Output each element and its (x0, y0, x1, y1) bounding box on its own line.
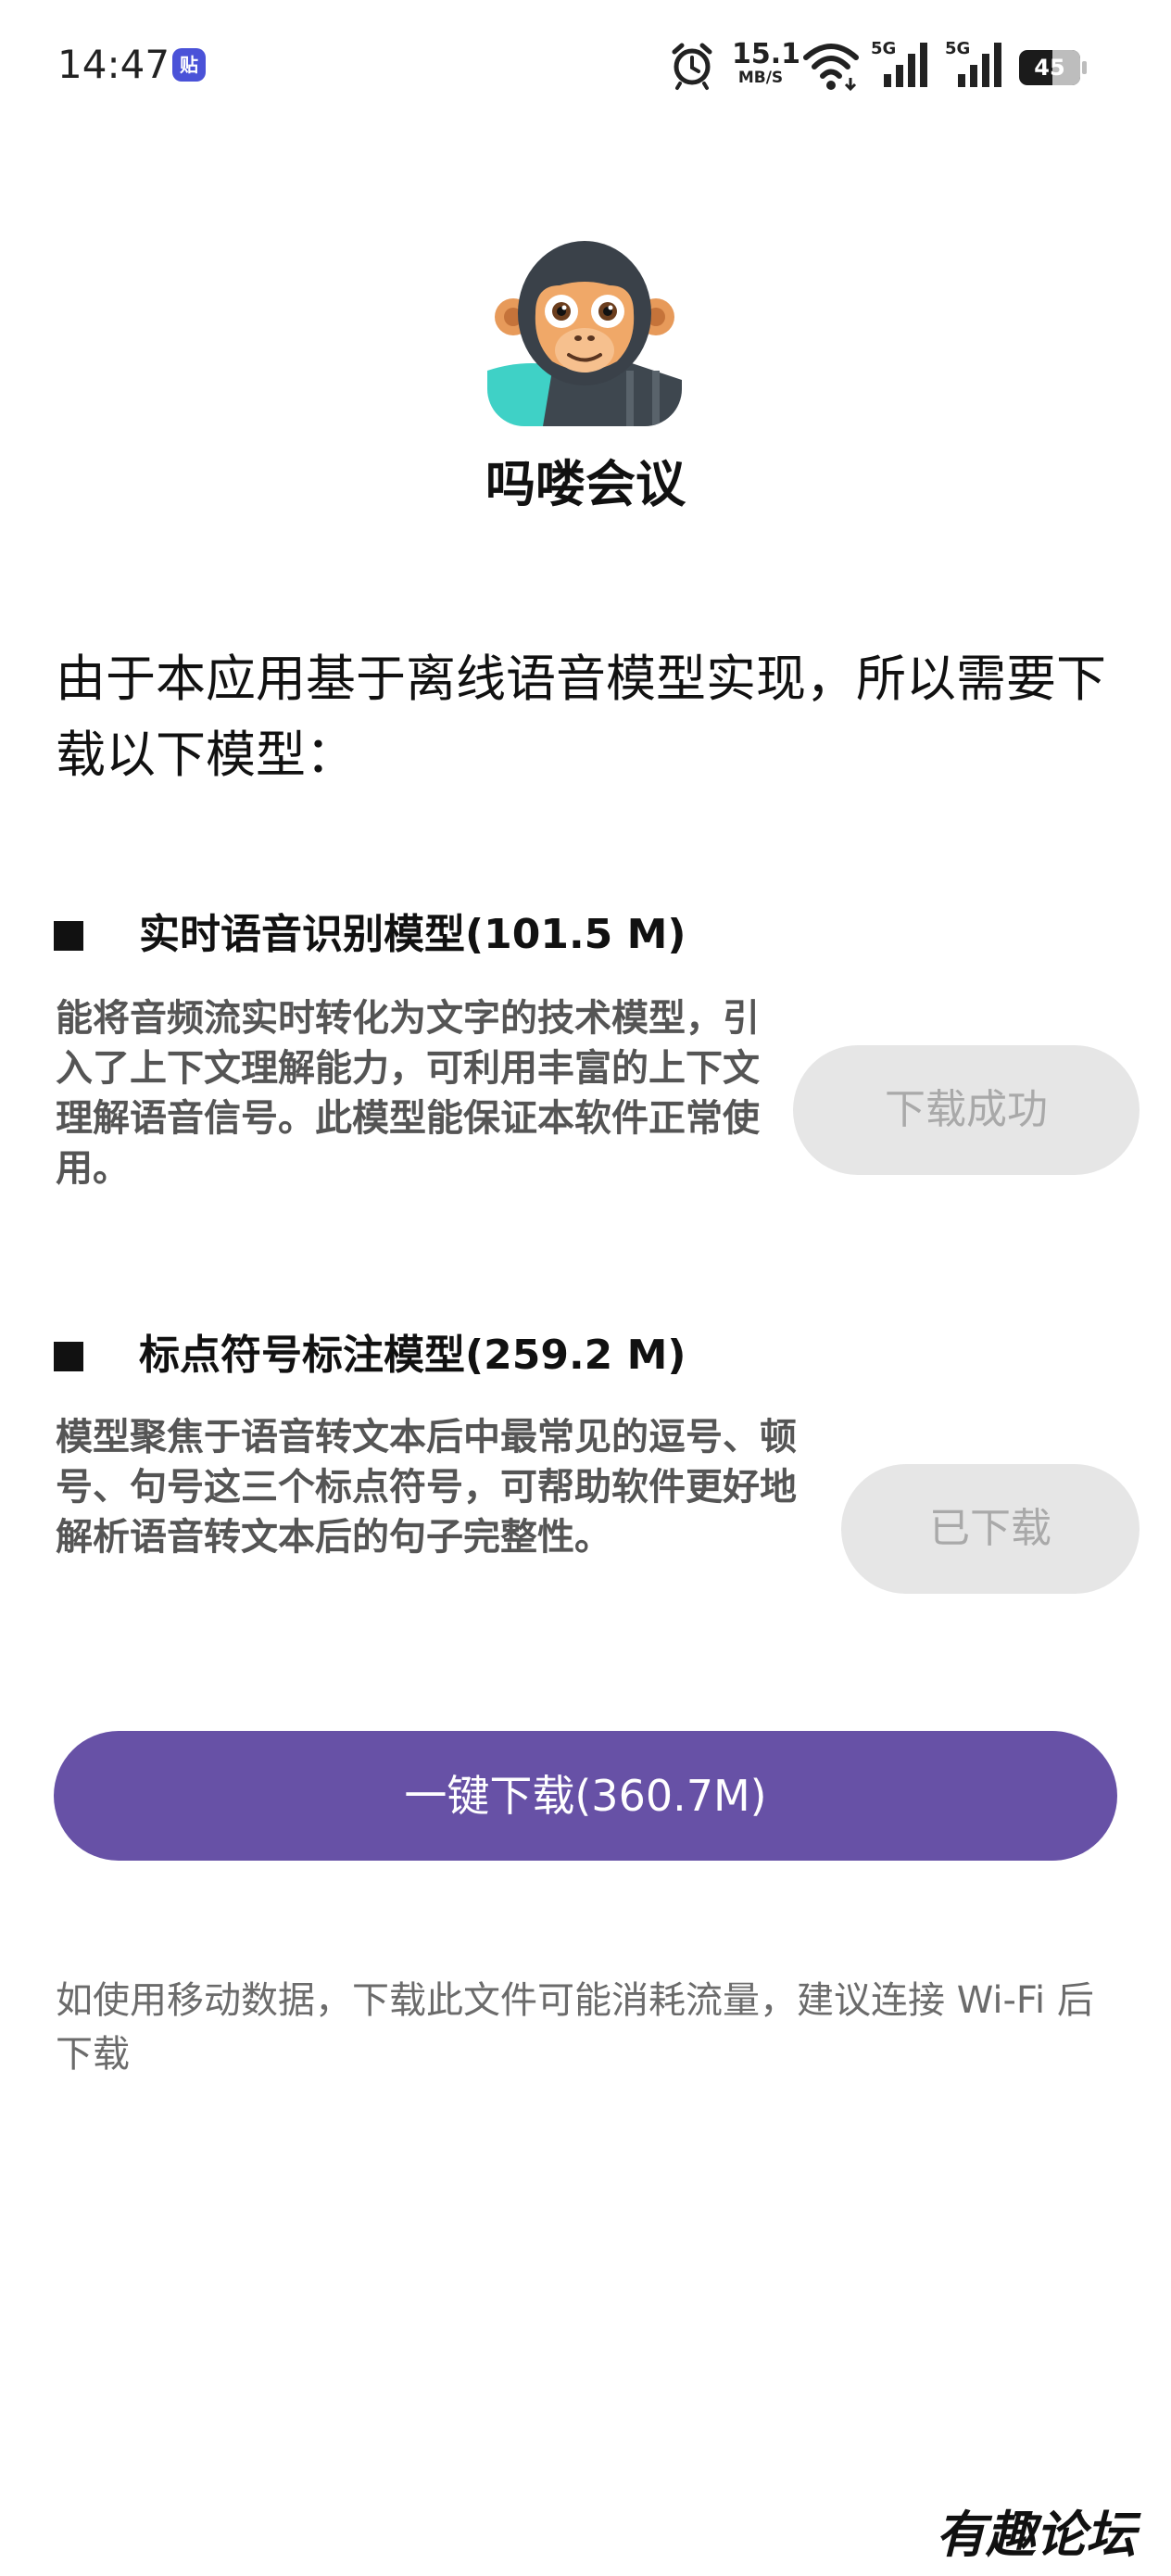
square-bullet-icon (54, 921, 83, 951)
app-logo-monkey-icon (487, 232, 682, 426)
app-title: 吗喽会议 (485, 455, 686, 513)
model-title: 实时语音识别模型(101.5 M) (139, 911, 686, 958)
battery-icon: 45 (1019, 50, 1088, 85)
network-speed: 15.1 MB/S (732, 38, 801, 96)
status-bar: 14:47 贴 15.1 MB/S 5G 5G 45 (0, 0, 1171, 130)
square-bullet-icon (54, 1342, 83, 1371)
model-title: 标点符号标注模型(259.2 M) (139, 1332, 686, 1379)
download-all-button[interactable]: 一键下载(360.7M) (54, 1731, 1117, 1861)
signal-label: 5G (945, 39, 970, 58)
signal-label: 5G (871, 39, 896, 58)
model-description: 能将音频流实时转化为文字的技术模型，引入了上下文理解能力，可利用丰富的上下文理解… (56, 997, 760, 1190)
alarm-icon (669, 37, 715, 93)
wifi-icon (802, 37, 860, 93)
model-download-button[interactable]: 已下载 (841, 1464, 1140, 1594)
notification-app-icon: 贴 (172, 48, 206, 82)
status-time: 14:47 (57, 42, 170, 87)
mobile-data-notice: 如使用移动数据，下载此文件可能消耗流量，建议连接 Wi-Fi 后下载 (56, 1979, 1094, 2076)
signal-icon: 5G (871, 37, 932, 93)
network-speed-unit: MB/S (737, 69, 784, 87)
forum-watermark: 有趣论坛 (936, 2505, 1136, 2564)
model-download-button[interactable]: 下载成功 (793, 1045, 1140, 1175)
model-description: 模型聚焦于语音转文本后中最常见的逗号、顿号、句号这三个标点符号，可帮助软件更好地… (56, 1416, 797, 1559)
signal-icon: 5G (945, 37, 1006, 93)
intro-text: 由于本应用基于离线语音模型实现，所以需要下载以下模型： (56, 650, 1106, 784)
battery-level: 45 (1034, 55, 1065, 81)
network-speed-value: 15.1 (732, 38, 801, 70)
